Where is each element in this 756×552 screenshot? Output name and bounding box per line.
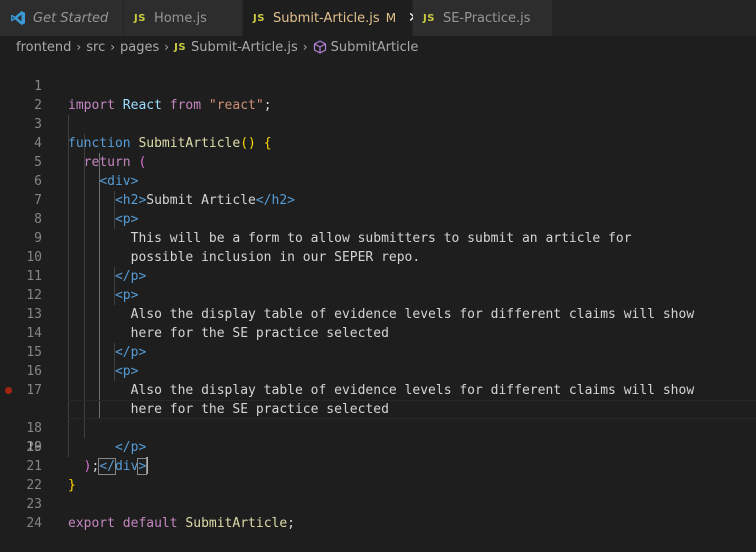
code-line: 15 <p> — [0, 324, 756, 379]
modified-indicator: M — [385, 11, 397, 25]
tab-label: Get Started — [33, 10, 109, 26]
js-icon: JS — [423, 12, 435, 24]
code-line-current: 19 </div> — [0, 400, 756, 475]
breadcrumb-item-symbol[interactable]: SubmitArticle — [331, 40, 419, 55]
identifier: SubmitArticle — [185, 516, 288, 531]
editor-tab-bar: Get Started JS Home.js JS Submit-Article… — [0, 0, 756, 36]
breadcrumb: frontend › src › pages › JS Submit-Artic… — [0, 36, 756, 58]
line-number: 24 — [26, 516, 42, 531]
chevron-right-icon: › — [164, 40, 170, 54]
tab-label: Submit-Article.js — [272, 10, 380, 26]
keyword: default — [122, 516, 178, 531]
code-line: 20 ); — [0, 419, 756, 474]
code-line: 21 } — [0, 438, 756, 493]
code-line: 9 possible inclusion in our SEPER repo. — [0, 210, 756, 265]
code-line: 23 export default SubmitArticle; — [0, 476, 756, 531]
breadcrumb-item-pages[interactable]: pages — [120, 40, 159, 55]
js-icon: JS — [134, 12, 146, 24]
code-line: 16 Also the display table of evidence le… — [0, 343, 756, 398]
chevron-right-icon: › — [76, 40, 82, 54]
code-line: 1 import React from "react"; — [0, 58, 756, 113]
breakpoint-icon[interactable] — [5, 387, 12, 394]
punctuation: ; — [287, 516, 295, 531]
code-line: 17 here for the SE practice selected — [0, 362, 756, 417]
breadcrumb-item-file[interactable]: Submit-Article.js — [191, 40, 298, 55]
code-line: 6 <h2>Submit Article</h2> — [0, 153, 756, 208]
code-line: 13 here for the SE practice selected — [0, 286, 756, 341]
symbol-function-icon — [313, 40, 327, 54]
js-icon: JS — [174, 41, 187, 53]
code-line: 18 </p> — [0, 381, 756, 455]
code-line: 11 <p> — [0, 248, 756, 303]
code-line: 10 </p> — [0, 229, 756, 284]
code-line: 24 — [0, 495, 756, 531]
current-line-highlight — [68, 400, 756, 419]
vscode-icon — [10, 10, 26, 26]
code-line: 5 <div> — [0, 134, 756, 189]
code-line: 3 function SubmitArticle() { — [0, 96, 756, 151]
tab-label: Home.js — [153, 10, 207, 26]
code-line: 8 This will be a form to allow submitter… — [0, 191, 756, 246]
keyword: export — [68, 516, 115, 531]
js-icon: JS — [253, 12, 265, 24]
code-line: 7 <p> — [0, 172, 756, 227]
breadcrumb-item-src[interactable]: src — [86, 40, 105, 55]
code-line: 12 Also the display table of evidence le… — [0, 267, 756, 322]
tab-home-js[interactable]: JS Home.js — [124, 0, 243, 36]
tab-submit-article-js[interactable]: JS Submit-Article.js M ✕ — [243, 0, 420, 36]
tab-label: SE-Practice.js — [442, 10, 531, 26]
code-line: 22 — [0, 457, 756, 493]
code-line: 2 — [0, 77, 756, 113]
chevron-right-icon: › — [302, 40, 308, 54]
code-line: 14 </p> — [0, 305, 756, 360]
code-editor[interactable]: 1 import React from "react"; 2 3 functio… — [0, 58, 756, 538]
tab-get-started[interactable]: Get Started — [0, 0, 124, 36]
tab-se-practice-js[interactable]: JS SE-Practice.js — [413, 0, 553, 36]
code-line: 4 return ( — [0, 115, 756, 170]
chevron-right-icon: › — [110, 40, 116, 54]
breadcrumb-item-frontend[interactable]: frontend — [16, 40, 71, 55]
